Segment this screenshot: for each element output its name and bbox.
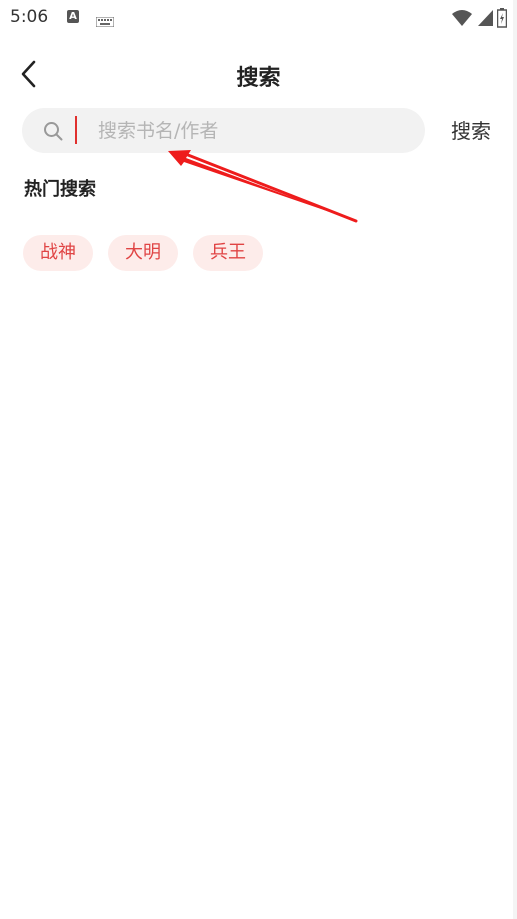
status-time: 5:06 [10, 7, 49, 27]
wifi-icon [452, 10, 472, 26]
hot-tag[interactable]: 战神 [23, 235, 93, 271]
search-icon [44, 122, 63, 141]
keyboard-icon [95, 12, 115, 31]
signal-icon [478, 10, 493, 26]
header: 搜索 [0, 50, 517, 100]
hot-tag[interactable]: 兵王 [193, 235, 263, 271]
status-bar: 5:06 A [0, 0, 517, 34]
battery-icon [497, 8, 507, 28]
hot-tag[interactable]: 大明 [108, 235, 178, 271]
status-icons [451, 8, 507, 28]
hot-search-tags: 战神 大明 兵王 [23, 235, 263, 271]
search-input[interactable] [98, 116, 408, 145]
search-button[interactable]: 搜索 [440, 114, 502, 148]
a-icon: A [67, 10, 79, 23]
search-box[interactable] [22, 108, 425, 153]
hot-search-title: 热门搜索 [24, 179, 96, 200]
text-caret [75, 116, 77, 144]
scroll-edge [513, 0, 517, 919]
page-title: 搜索 [236, 66, 281, 91]
